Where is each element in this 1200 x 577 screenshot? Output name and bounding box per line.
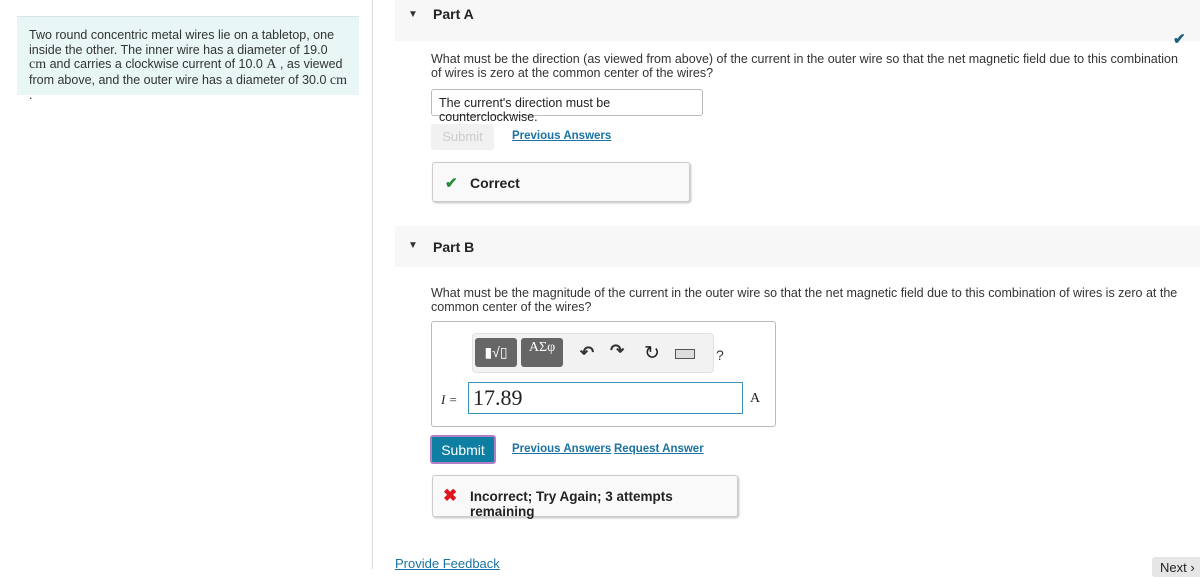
unit: cm [29,57,47,72]
next-label: Next [1160,560,1187,575]
part-a-header[interactable] [395,0,1200,41]
chevron-right-icon: › [1190,560,1195,575]
keyboard-icon[interactable] [675,349,695,359]
unit: cm [329,72,347,88]
symbols-button[interactable]: ΑΣφ [521,338,563,367]
problem-statement: Two round concentric metal wires lie on … [17,16,359,102]
collapse-triangle-icon[interactable]: ▼ [408,240,418,251]
problem-text: Two round concentric metal wires lie on … [29,28,335,57]
undo-icon[interactable]: ↶ [580,343,594,363]
variable-label: I = [441,392,458,407]
collapse-triangle-icon[interactable]: ▼ [408,9,418,20]
feedback-text: Correct [470,175,520,191]
part-a-question: What must be the direction (as viewed fr… [431,52,1178,80]
part-a-feedback: ✔ Correct [432,162,690,202]
feedback-text: Incorrect; Try Again; 3 attempts remaini… [470,489,673,519]
part-a-answer: The current's direction must be counterc… [431,89,703,124]
problem-text: . [29,88,33,102]
unit: A [266,57,277,72]
problem-text: and carries a clockwise current of 10.0 [46,57,267,71]
answer-input[interactable]: 17.89 [468,382,743,414]
x-icon: ✖ [443,486,458,505]
checkmark-icon: ✔ [445,175,458,192]
part-a-previous-answers-link[interactable]: Previous Answers [512,130,611,142]
unit-label: A [750,391,761,406]
part-b-question: What must be the magnitude of the curren… [431,286,1178,314]
request-answer-link[interactable]: Request Answer [614,443,704,455]
part-b-feedback: ✖ Incorrect; Try Again; 3 attempts remai… [432,475,738,519]
templates-button[interactable]: ▮√▯ [475,338,517,367]
part-b-submit-button[interactable]: Submit [430,435,496,464]
redo-icon[interactable]: ↷ [610,341,624,361]
panel-divider [372,0,373,569]
reset-icon[interactable]: ↻ [644,342,660,365]
part-b-header[interactable] [395,226,1200,267]
next-button[interactable]: Next › [1152,557,1200,577]
part-b-title: Part B [433,239,475,255]
part-a-submit-button[interactable]: Submit [431,124,494,150]
help-button[interactable]: ? [716,347,724,363]
part-a-title: Part A [433,6,474,22]
part-b-previous-answers-link[interactable]: Previous Answers [512,443,611,455]
completed-check-icon: ✔ [1173,31,1186,48]
